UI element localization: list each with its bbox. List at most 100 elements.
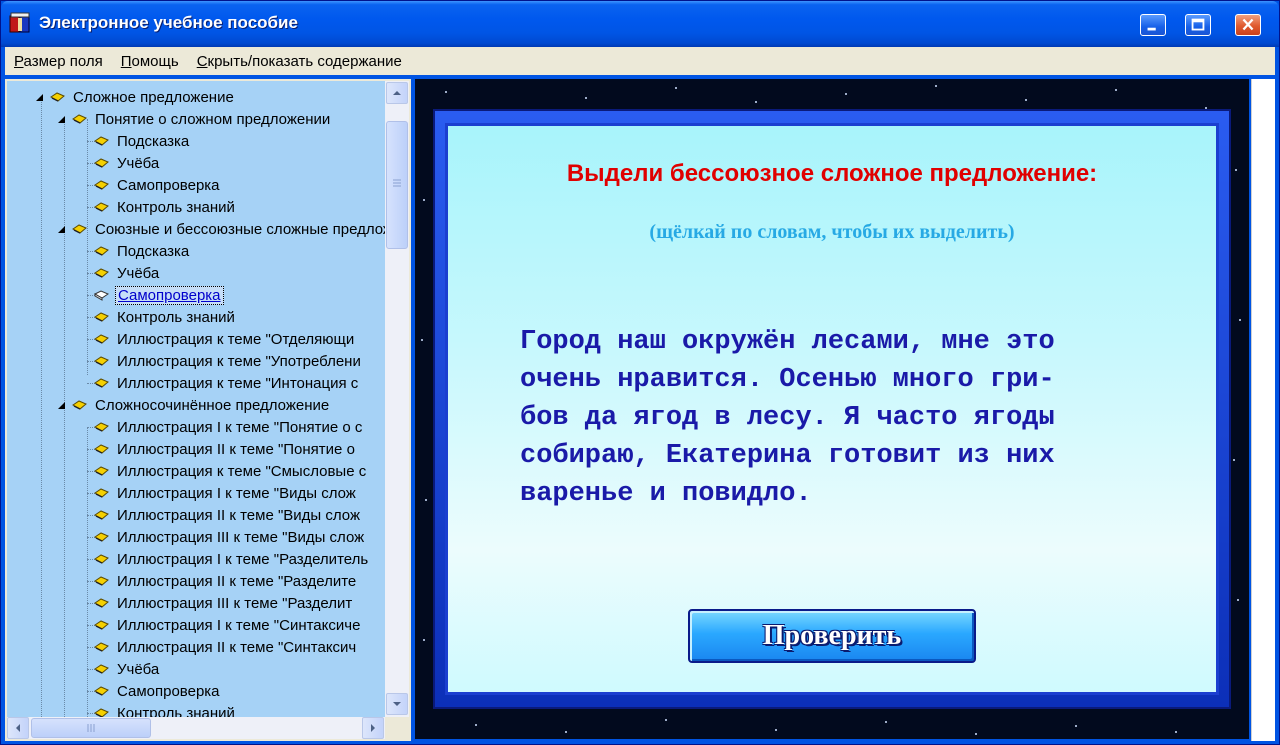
h-scroll-thumb[interactable] bbox=[31, 718, 151, 738]
page-icon bbox=[94, 312, 109, 322]
menu-help[interactable]: Помощь bbox=[112, 53, 188, 70]
menu-bar: Размер поля Помощь Скрыть/показать содер… bbox=[5, 47, 1275, 75]
tree-item[interactable]: Контроль знаний bbox=[79, 306, 237, 328]
tree-item-label: Самопроверка bbox=[115, 285, 224, 305]
tree-item[interactable]: Иллюстрация к теме "Отделяющи bbox=[79, 328, 356, 350]
tree-item[interactable]: Иллюстрация к теме "Интонация с bbox=[79, 372, 360, 394]
tree-expanded-icon[interactable] bbox=[35, 93, 44, 102]
tree-item[interactable]: Иллюстрация I к теме "Понятие о с bbox=[79, 416, 364, 438]
menu-field-size[interactable]: Размер поля bbox=[5, 53, 112, 70]
tree-item[interactable]: Учёба bbox=[79, 262, 161, 284]
close-button[interactable] bbox=[1235, 14, 1261, 36]
star-dot bbox=[1115, 89, 1117, 91]
tree-vertical-scrollbar[interactable] bbox=[385, 81, 409, 717]
star-dot bbox=[1025, 99, 1027, 101]
page-icon bbox=[94, 532, 109, 542]
exercise-hint: (щёлкай по словам, чтобы их выделить) bbox=[649, 221, 1015, 243]
page-icon bbox=[94, 356, 109, 366]
tree-item[interactable]: Учёба bbox=[79, 658, 161, 680]
tree-item[interactable]: Самопроверка bbox=[79, 680, 222, 702]
star-dot bbox=[1237, 599, 1239, 601]
page-icon bbox=[94, 378, 109, 388]
page-icon bbox=[94, 180, 109, 190]
tree-item-label: Подсказка bbox=[117, 242, 190, 260]
tree-item[interactable]: Иллюстрация к теме "Смысловые с bbox=[79, 460, 368, 482]
tree-item-label: Иллюстрация II к теме "Синтаксич bbox=[117, 638, 357, 656]
minimize-button[interactable] bbox=[1140, 14, 1166, 36]
tree-item[interactable]: Иллюстрация I к теме "Синтаксиче bbox=[79, 614, 362, 636]
scroll-thumb[interactable] bbox=[386, 121, 408, 249]
tree-item[interactable]: Подсказка bbox=[79, 130, 191, 152]
page-icon bbox=[94, 708, 109, 717]
scroll-up-button[interactable] bbox=[386, 82, 408, 104]
tree-item[interactable]: Подсказка bbox=[79, 240, 191, 262]
star-dot bbox=[975, 733, 977, 735]
scroll-down-button[interactable] bbox=[386, 693, 408, 715]
tree-item[interactable]: Сложное предложение bbox=[35, 86, 236, 108]
tree-item[interactable]: Контроль знаний bbox=[79, 702, 237, 717]
tree-item-label: Иллюстрация III к теме "Виды слож bbox=[117, 528, 365, 546]
tree-item-label: Учёба bbox=[117, 264, 160, 282]
tree-expanded-icon[interactable] bbox=[57, 115, 66, 124]
tree-item-label: Иллюстрация I к теме "Понятие о с bbox=[117, 418, 363, 436]
tree-item-label: Иллюстрация к теме "Отделяющи bbox=[117, 330, 355, 348]
page-icon bbox=[94, 422, 109, 432]
tree-item[interactable]: Контроль знаний bbox=[79, 196, 237, 218]
tree-expanded-icon[interactable] bbox=[57, 401, 66, 410]
tree-item-label: Самопроверка bbox=[117, 682, 220, 700]
check-button[interactable]: Проверить bbox=[688, 609, 976, 663]
tree-item[interactable]: Иллюстрация III к теме "Разделит bbox=[79, 592, 354, 614]
tree-item-label: Самопроверка bbox=[117, 176, 220, 194]
page-icon bbox=[94, 268, 109, 278]
tree-item[interactable]: Учёба bbox=[79, 152, 161, 174]
tree-item[interactable]: Сложносочинённое предложение bbox=[57, 394, 331, 416]
star-dot bbox=[423, 639, 425, 641]
tree-item[interactable]: Понятие о сложном предложении bbox=[57, 108, 332, 130]
tree-item-label: Учёба bbox=[117, 660, 160, 678]
tree-item[interactable]: Самопроверка bbox=[79, 174, 222, 196]
tree-horizontal-scrollbar[interactable] bbox=[7, 717, 385, 739]
tree-item-label: Союзные и бессоюзные сложные предложения bbox=[95, 220, 385, 238]
page-icon bbox=[94, 686, 109, 696]
star-dot bbox=[675, 87, 677, 89]
tree-item[interactable]: Иллюстрация I к теме "Виды слож bbox=[79, 482, 358, 504]
tree-item[interactable]: Иллюстрация II к теме "Виды слож bbox=[79, 504, 362, 526]
tree-item[interactable]: Иллюстрация II к теме "Разделите bbox=[79, 570, 358, 592]
contents-tree[interactable]: Сложное предложение Понятие о сложном пре… bbox=[7, 81, 385, 717]
tree-item[interactable]: Самопроверка bbox=[79, 284, 224, 306]
exercise-line: бов да ягод в лесу. Я часто ягоды bbox=[520, 403, 1055, 433]
contents-panel: Сложное предложение Понятие о сложном пре… bbox=[5, 79, 411, 741]
tree-item[interactable]: Иллюстрация к теме "Употреблени bbox=[79, 350, 363, 372]
star-dot bbox=[935, 85, 937, 87]
star-dot bbox=[1175, 731, 1177, 733]
tree-item-label: Понятие о сложном предложении bbox=[95, 110, 331, 128]
maximize-button[interactable] bbox=[1185, 14, 1211, 36]
tree-item[interactable]: Иллюстрация II к теме "Понятие о bbox=[79, 438, 357, 460]
star-dot bbox=[845, 93, 847, 95]
exercise-line: Город наш окружён лесами, мне это bbox=[520, 327, 1055, 357]
scroll-left-button[interactable] bbox=[7, 717, 29, 739]
page-icon bbox=[94, 642, 109, 652]
exercise-line: очень нравится. Осенью много гри- bbox=[520, 365, 1055, 395]
star-dot bbox=[1233, 459, 1235, 461]
title-bar[interactable]: Электронное учебное пособие bbox=[1, 1, 1279, 47]
tree-item-label: Иллюстрация III к теме "Разделит bbox=[117, 594, 353, 612]
arrow-right-icon bbox=[371, 724, 375, 732]
scroll-right-button[interactable] bbox=[362, 717, 384, 739]
chapter-icon bbox=[50, 92, 65, 102]
star-dot bbox=[423, 199, 425, 201]
star-dot bbox=[421, 339, 423, 341]
arrow-left-icon bbox=[16, 724, 20, 732]
star-dot bbox=[885, 721, 887, 723]
page-icon bbox=[94, 488, 109, 498]
page-icon bbox=[94, 158, 109, 168]
tree-item[interactable]: Иллюстрация II к теме "Синтаксич bbox=[79, 636, 358, 658]
tree-expanded-icon[interactable] bbox=[57, 225, 66, 234]
tree-item[interactable]: Иллюстрация III к теме "Виды слож bbox=[79, 526, 366, 548]
tree-item-label: Сложносочинённое предложение bbox=[95, 396, 330, 414]
tree-item-label: Сложное предложение bbox=[73, 88, 234, 106]
tree-item[interactable]: Иллюстрация I к теме "Разделитель bbox=[79, 548, 370, 570]
menu-toggle-contents[interactable]: Скрыть/показать содержание bbox=[188, 53, 411, 70]
star-dot bbox=[445, 91, 447, 93]
tree-item[interactable]: Союзные и бессоюзные сложные предложения bbox=[57, 218, 385, 240]
